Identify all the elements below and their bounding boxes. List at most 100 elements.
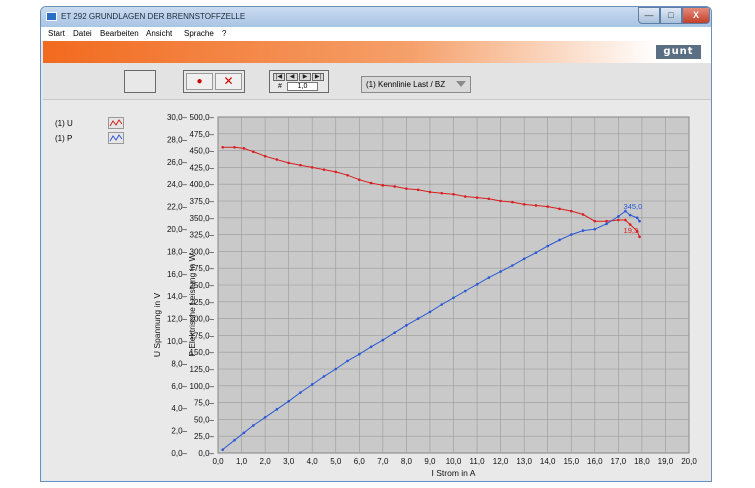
y-right-tick-label: 400,0– — [190, 180, 215, 189]
data-point-p — [242, 431, 246, 435]
menu-help[interactable]: ? — [222, 29, 226, 38]
record-navigator: |◀ ◀ ▶ ▶| # 1,0 — [269, 70, 329, 93]
next-record-button[interactable]: ▶ — [299, 73, 311, 81]
minimize-button[interactable]: — — [638, 7, 660, 24]
data-point-p — [558, 238, 561, 242]
x-tick-label: 5,0 — [330, 457, 342, 466]
data-point-p — [511, 264, 514, 267]
data-point-p — [487, 276, 491, 279]
data-point-u — [287, 161, 290, 165]
data-point-u — [233, 145, 236, 149]
data-point-p — [635, 216, 639, 220]
record-hash-label: # — [278, 83, 282, 90]
data-point-u — [346, 173, 349, 177]
data-point-u — [242, 147, 246, 150]
data-point-p — [534, 251, 538, 255]
menu-datei[interactable]: Datei — [73, 29, 92, 38]
y-right-tick-label: 0,0– — [198, 449, 214, 458]
x-tick-label: 12,0 — [493, 457, 509, 466]
gunt-logo: gunt — [656, 45, 701, 59]
maximize-button[interactable]: □ — [660, 7, 682, 24]
data-point-u — [452, 192, 455, 196]
y-left-tick-label: 10,0– — [167, 337, 188, 346]
window-title: ET 292 GRUNDLAGEN DER BRENNSTOFFZELLE — [61, 12, 246, 21]
x-tick-label: 0,0 — [212, 457, 224, 466]
data-point-p — [499, 270, 502, 273]
data-point-u — [593, 219, 597, 223]
x-tick-label: 8,0 — [401, 457, 413, 466]
data-point-u — [393, 185, 396, 188]
y-right-tick-label: 325,0– — [190, 231, 215, 240]
x-tick-label: 16,0 — [587, 457, 603, 466]
delete-button[interactable]: ✕ — [215, 73, 242, 90]
data-point-u — [369, 181, 373, 185]
x-tick-label: 6,0 — [354, 457, 366, 466]
data-point-p — [581, 229, 585, 232]
data-point-p — [593, 227, 597, 231]
y-left-tick-label: 24,0– — [167, 180, 188, 189]
data-point-u — [638, 235, 641, 239]
title-bar[interactable]: ET 292 GRUNDLAGEN DER BRENNSTOFFZELLE — … — [41, 7, 711, 27]
y-left-tick-label: 4,0– — [171, 404, 187, 413]
data-point-u — [546, 205, 549, 208]
data-point-p — [299, 391, 302, 394]
data-point-p — [522, 257, 526, 261]
record-number-input[interactable]: 1,0 — [287, 82, 318, 91]
data-point-u — [263, 154, 267, 158]
data-point-p — [463, 289, 467, 293]
x-axis-label: I Strom in A — [432, 468, 476, 478]
record-button[interactable]: ● — [186, 73, 213, 90]
menu-bar: Start Datei Bearbeiten Ansicht Sprache ? — [41, 27, 711, 41]
menu-bearbeiten[interactable]: Bearbeiten — [100, 29, 139, 38]
chart-area: (1) U (1) P 0,0 1,0 2,0 3,0 4,0 5,0 6,0 7,0 8,0 9… — [43, 100, 711, 480]
chevron-down-icon — [456, 81, 466, 87]
data-point-p — [393, 331, 396, 335]
data-point-u — [617, 218, 620, 222]
data-point-p — [605, 222, 608, 226]
y-right-tick-label: 450,0– — [190, 147, 215, 156]
x-tick-label: 1,0 — [236, 457, 248, 466]
menu-sprache[interactable]: Sprache — [184, 29, 214, 38]
x-tick-label: 15,0 — [563, 457, 579, 466]
x-tick-label: 9,0 — [424, 457, 436, 466]
data-point-u — [624, 218, 627, 222]
data-point-u — [322, 168, 326, 171]
data-point-p — [334, 367, 338, 371]
menu-start[interactable]: Start — [48, 29, 65, 38]
y-right-tick-label: 500,0– — [190, 113, 215, 122]
data-point-u — [358, 178, 361, 182]
data-point-p — [310, 383, 314, 386]
x-tick-label: 4,0 — [307, 457, 319, 466]
x-tick-label: 11,0 — [470, 457, 486, 466]
data-point-p — [569, 233, 573, 236]
last-record-button[interactable]: ▶| — [312, 73, 324, 81]
data-point-u — [475, 196, 479, 199]
data-point-u — [534, 204, 538, 207]
close-button[interactable]: X — [682, 7, 710, 24]
data-point-u — [381, 184, 385, 187]
menu-ansicht[interactable]: Ansicht — [146, 29, 172, 38]
view-select[interactable]: (1) Kennlinie Last / BZ — [361, 76, 471, 93]
data-point-p — [233, 438, 236, 442]
y-right-tick-label: 350,0– — [190, 214, 215, 223]
x-tick-label: 18,0 — [634, 457, 650, 466]
data-point-p — [263, 416, 267, 419]
data-point-u — [569, 209, 573, 213]
prev-record-button[interactable]: ◀ — [286, 73, 298, 81]
data-point-p — [440, 303, 444, 306]
data-point-p — [381, 338, 385, 342]
y-right-tick-label: 50,0– — [194, 415, 215, 424]
blank-button[interactable] — [124, 70, 156, 93]
y-left-tick-label: 20,0– — [167, 225, 188, 234]
first-record-button[interactable]: |◀ — [273, 73, 285, 81]
y-left-tick-label: 6,0– — [171, 382, 187, 391]
y-right-tick-label: 100,0– — [190, 382, 215, 391]
toolbar: ● ✕ |◀ ◀ ▶ ▶| # 1,0 (1) Kennlinie Last /… — [43, 63, 711, 100]
y-left-axis-label: U Spannung in V — [152, 293, 162, 358]
view-select-value: (1) Kennlinie Last / BZ — [366, 80, 446, 89]
y-left-tick-label: 8,0– — [171, 359, 187, 368]
y-right-tick-label: 425,0– — [190, 163, 215, 172]
x-tick-label: 20,0 — [681, 457, 697, 466]
data-point-u — [487, 197, 491, 201]
data-point-u — [558, 207, 561, 211]
